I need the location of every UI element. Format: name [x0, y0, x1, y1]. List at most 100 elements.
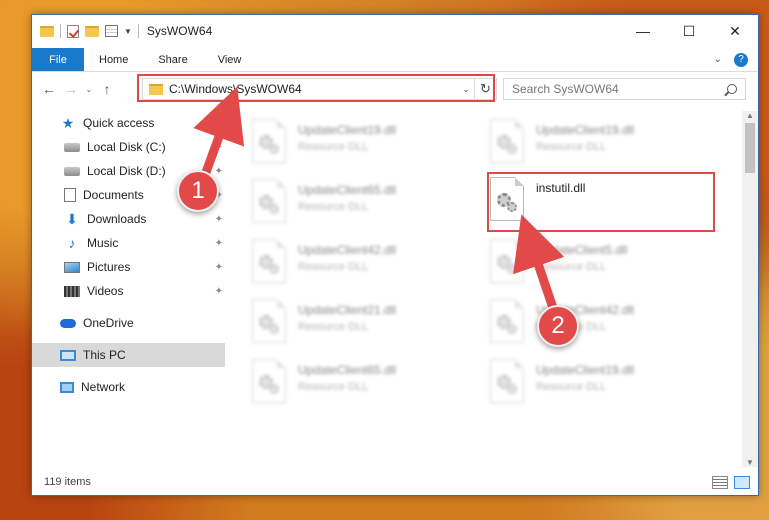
file-name: UpdateClient5.dll: [536, 243, 628, 257]
file-name: UpdateClient21.dll: [298, 303, 397, 317]
file-item[interactable]: UpdateClient65.dll Resource DLL: [252, 359, 472, 413]
sidebar-item-label: This PC: [83, 348, 126, 362]
file-item[interactable]: UpdateClient42.dll Resource DLL: [252, 239, 472, 293]
dll-file-icon: [252, 119, 286, 163]
sidebar-item-pictures[interactable]: Pictures ✦: [32, 255, 225, 279]
file-item[interactable]: UpdateClient21.dll Resource DLL: [252, 299, 472, 353]
step-badge-2: 2: [537, 305, 579, 347]
new-folder-icon[interactable]: [85, 25, 99, 37]
dll-file-icon: [490, 239, 524, 283]
dll-file-icon: [252, 179, 286, 223]
file-type: Resource DLL: [536, 141, 607, 153]
file-item[interactable]: UpdateClient5.dll Resource DLL: [490, 239, 710, 293]
ribbon-tabs: File Home Share View ⌄ ?: [32, 48, 758, 72]
properties-icon[interactable]: [105, 25, 118, 37]
quick-access-toolbar: ▼: [32, 24, 139, 38]
back-button[interactable]: ←: [38, 81, 60, 97]
scroll-up-icon[interactable]: ▲: [742, 111, 758, 120]
file-type: Resource DLL: [298, 381, 369, 393]
file-item[interactable]: UpdateClient42.dllResource DLL: [490, 299, 710, 353]
sidebar-item-label: Local Disk (C:): [87, 140, 166, 154]
sidebar-item-network[interactable]: Network: [32, 375, 225, 399]
search-icon: [727, 84, 737, 94]
tab-share[interactable]: Share: [143, 48, 202, 71]
pin-icon: ✦: [214, 165, 223, 177]
help-icon[interactable]: ?: [734, 52, 748, 67]
file-type: Resource DLL: [298, 141, 369, 153]
folder-icon: [40, 25, 54, 37]
status-bar: 119 items: [32, 469, 758, 495]
file-list: UpdateClient19.dll Resource DLL UpdateCli…: [232, 111, 742, 466]
file-item[interactable]: UpdateClient19.dll Resource DLL: [490, 359, 710, 413]
music-icon: ♪: [68, 235, 76, 251]
documents-icon: [64, 188, 76, 202]
file-name: UpdateClient19.dll: [298, 123, 397, 137]
file-name: UpdateClient19.dll: [536, 123, 635, 137]
star-icon: ★: [61, 114, 75, 131]
address-highlight: [137, 74, 495, 102]
pin-icon: ✦: [214, 141, 223, 153]
sidebar-item-onedrive[interactable]: OneDrive: [32, 311, 225, 335]
sidebar-item-this-pc[interactable]: This PC: [32, 343, 225, 367]
sidebar-item-label: Videos: [87, 284, 124, 298]
sidebar-item-quick-access[interactable]: ★ Quick access: [32, 111, 225, 135]
expand-ribbon-icon[interactable]: ⌄: [714, 54, 722, 65]
recent-locations-icon[interactable]: ⌄: [82, 85, 96, 94]
onedrive-icon: [60, 318, 76, 328]
pin-icon: ✦: [214, 285, 223, 297]
minimize-button[interactable]: —: [620, 15, 666, 47]
file-name: UpdateClient65.dll: [298, 183, 397, 197]
properties-check-icon[interactable]: [67, 24, 79, 38]
details-view-icon[interactable]: [712, 475, 728, 489]
pin-icon: ✦: [214, 237, 223, 249]
navigation-pane: ★ Quick access Local Disk (C:) ✦ Local D…: [32, 111, 225, 466]
drive-icon: [64, 166, 80, 176]
sidebar-item-videos[interactable]: Videos ✦: [32, 279, 225, 303]
dll-file-icon: [490, 119, 524, 163]
network-icon: [60, 381, 74, 393]
sidebar-item-label: Downloads: [87, 212, 147, 226]
file-name: UpdateClient19.dll: [536, 363, 635, 377]
sidebar-item-label: Quick access: [83, 116, 155, 130]
sidebar-item-label: OneDrive: [83, 316, 134, 330]
customize-toolbar-icon[interactable]: ▼: [124, 27, 132, 36]
close-button[interactable]: ✕: [712, 15, 758, 47]
sidebar-item-label: Pictures: [87, 260, 131, 274]
forward-button[interactable]: →: [60, 81, 82, 97]
file-highlight: [487, 172, 715, 232]
file-item[interactable]: UpdateClient19.dll Resource DLL: [252, 119, 472, 173]
file-type: Resource DLL: [298, 201, 369, 213]
sidebar-item-label: Local Disk (D:): [87, 164, 166, 178]
item-count: 119 items: [44, 476, 91, 488]
tab-view[interactable]: View: [203, 48, 257, 71]
videos-icon: [64, 285, 80, 297]
file-type: Resource DLL: [298, 261, 369, 273]
dll-file-icon: [252, 359, 286, 403]
maximize-button[interactable]: ☐: [666, 15, 712, 47]
pin-icon: ✦: [214, 261, 223, 273]
file-item[interactable]: UpdateClient65.dll Resource DLL: [252, 179, 472, 233]
sidebar-item-music[interactable]: ♪ Music ✦: [32, 231, 225, 255]
file-item[interactable]: UpdateClient19.dll Resource DLL: [490, 119, 710, 173]
sidebar-item-local-disk-c[interactable]: Local Disk (C:) ✦: [32, 135, 225, 159]
vertical-scrollbar[interactable]: ▲ ▼: [742, 111, 758, 467]
file-name: UpdateClient42.dll: [298, 243, 397, 257]
large-icons-view-icon[interactable]: [734, 475, 750, 489]
up-button[interactable]: ↑: [96, 81, 118, 97]
pictures-icon: [64, 261, 80, 273]
sidebar-item-label: Documents: [83, 188, 144, 202]
tab-home[interactable]: Home: [84, 48, 143, 71]
search-box[interactable]: Search SysWOW64: [503, 78, 746, 100]
file-name: UpdateClient65.dll: [298, 363, 397, 377]
download-icon: ⬇: [66, 210, 78, 227]
scroll-down-icon[interactable]: ▼: [742, 458, 758, 467]
scrollbar-thumb[interactable]: [745, 123, 755, 173]
search-input[interactable]: Search SysWOW64: [512, 82, 727, 96]
title-bar: ▼ SysWOW64 — ☐ ✕: [32, 15, 758, 47]
sidebar-item-label: Music: [87, 236, 119, 250]
drive-icon: [64, 142, 80, 152]
pc-icon: [60, 349, 76, 361]
step-badge-1: 1: [177, 170, 219, 212]
tab-file[interactable]: File: [32, 48, 84, 71]
window-title: SysWOW64: [146, 24, 213, 38]
